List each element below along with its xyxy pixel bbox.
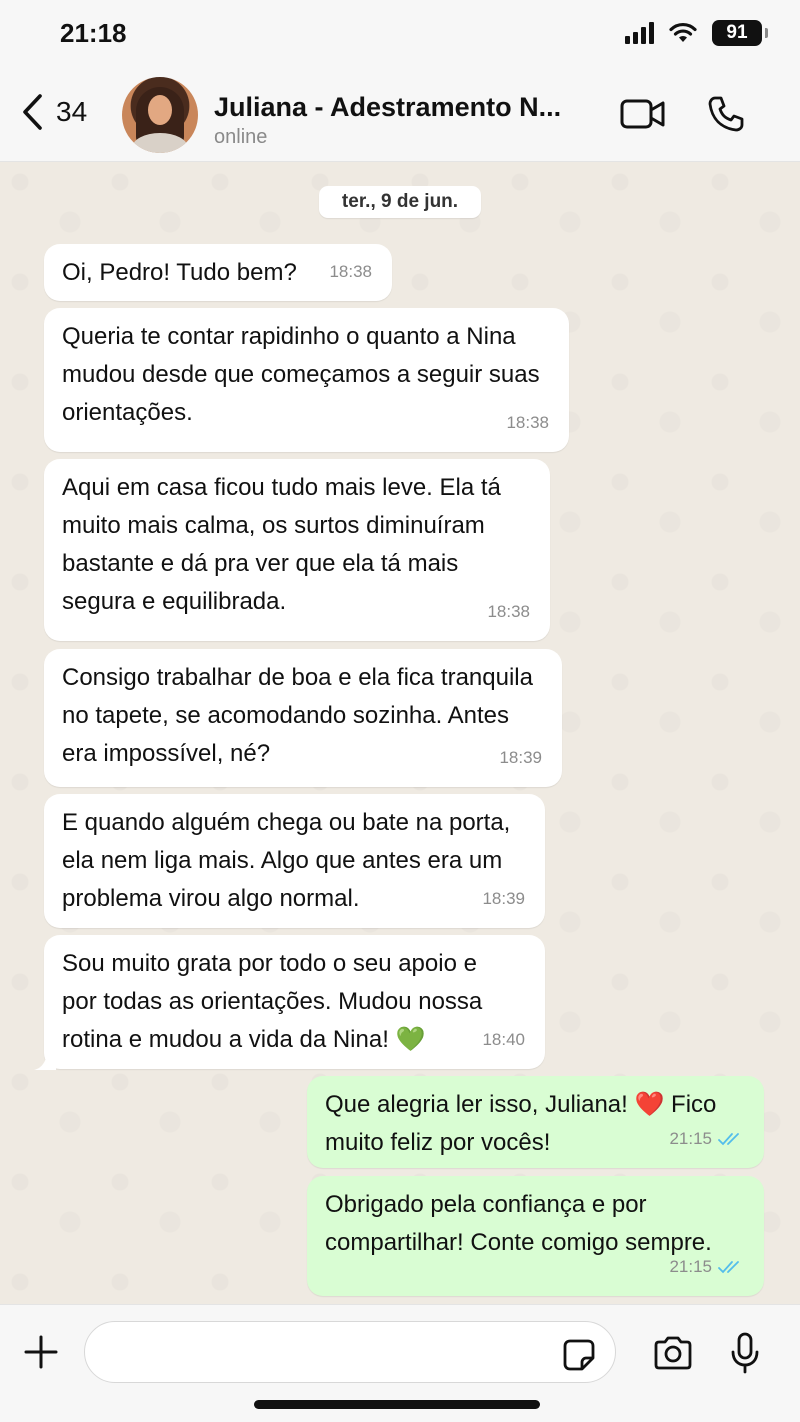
message-time: 18:38	[506, 413, 549, 432]
message-time: 18:38	[487, 602, 530, 621]
chevron-left-icon	[23, 94, 42, 130]
camera-icon	[654, 1336, 692, 1370]
cellular-signal-icon	[625, 22, 654, 44]
status-bar: 21:18 91	[0, 0, 800, 70]
double-check-icon	[718, 1133, 739, 1146]
voice-message-button[interactable]	[730, 1331, 760, 1380]
message-time: 18:40	[482, 1030, 525, 1049]
status-icons: 91	[625, 20, 768, 46]
message-incoming[interactable]: Oi, Pedro! Tudo bem? 18:38	[44, 244, 392, 301]
chat-header: 34 Juliana - Adestramento N... online	[0, 70, 800, 162]
sticker-button[interactable]	[562, 1338, 596, 1377]
plus-icon	[24, 1335, 58, 1369]
date-separator: ter., 9 de jun.	[319, 186, 481, 218]
battery-icon: 91	[712, 20, 768, 46]
status-time: 21:18	[60, 18, 127, 48]
message-incoming[interactable]: E quando alguém chega ou bate na porta, …	[44, 794, 545, 928]
voice-call-button[interactable]	[706, 94, 746, 139]
bubble-tail	[34, 1050, 56, 1070]
message-time: 18:38	[329, 262, 372, 281]
message-text: Aqui em casa ficou tudo mais leve. Ela t…	[62, 474, 501, 615]
message-outgoing[interactable]: Que alegria ler isso, Juliana! ❤️ Fico m…	[307, 1076, 764, 1168]
message-text: Sou muito grata por todo o seu apoio e p…	[62, 950, 483, 1053]
message-incoming[interactable]: Consigo trabalhar de boa e ela fica tran…	[44, 649, 562, 787]
video-camera-icon	[620, 99, 665, 129]
message-text: Queria te contar rapidinho o quanto a Ni…	[62, 323, 540, 426]
message-text: E quando alguém chega ou bate na porta, …	[62, 809, 511, 912]
message-meta: 21:15	[669, 1120, 744, 1158]
contact-name[interactable]: Juliana - Adestramento N...	[214, 92, 561, 123]
video-call-button[interactable]	[620, 96, 666, 137]
camera-button[interactable]	[652, 1335, 694, 1376]
message-incoming[interactable]: Aqui em casa ficou tudo mais leve. Ela t…	[44, 459, 550, 641]
chat-area[interactable]: ter., 9 de jun. Oi, Pedro! Tudo bem? 18:…	[0, 162, 800, 1304]
microphone-icon	[731, 1332, 759, 1374]
unread-count: 34	[56, 96, 88, 127]
message-input[interactable]	[84, 1321, 616, 1383]
message-outgoing[interactable]: Obrigado pela confiança e por compartilh…	[307, 1176, 764, 1296]
avatar[interactable]	[122, 77, 198, 153]
attach-button[interactable]	[22, 1333, 60, 1376]
message-time: 18:39	[482, 889, 525, 908]
message-incoming[interactable]: Queria te contar rapidinho o quanto a Ni…	[44, 308, 569, 452]
phone-icon	[708, 96, 744, 132]
message-time: 21:15	[669, 1257, 712, 1276]
message-time: 18:39	[499, 748, 542, 767]
wifi-icon	[669, 22, 697, 42]
home-indicator	[254, 1400, 540, 1409]
message-meta: 21:15	[669, 1248, 744, 1286]
message-text: Consigo trabalhar de boa e ela fica tran…	[62, 664, 533, 767]
message-incoming[interactable]: Sou muito grata por todo o seu apoio e p…	[44, 935, 545, 1069]
back-button[interactable]: 34	[20, 92, 87, 132]
double-check-icon	[718, 1261, 739, 1274]
contact-status: online	[214, 126, 268, 148]
message-text: Oi, Pedro! Tudo bem?	[62, 259, 297, 286]
sticker-icon	[563, 1339, 595, 1371]
message-time: 21:15	[669, 1129, 712, 1148]
